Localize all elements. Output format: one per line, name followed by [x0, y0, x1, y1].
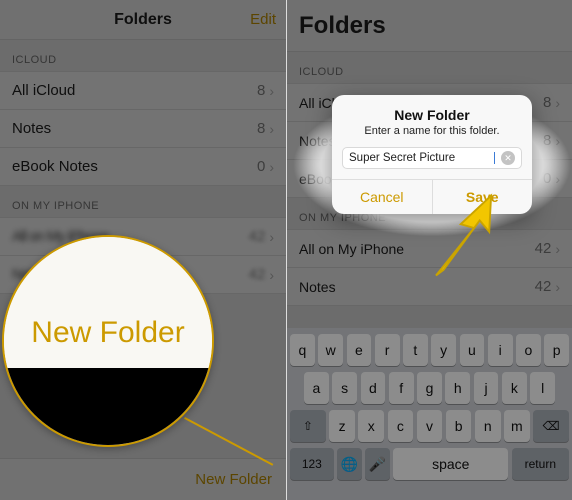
folder-row[interactable]: All on My iPhone 42›: [287, 229, 572, 268]
key-space[interactable]: space: [393, 448, 508, 480]
key-v[interactable]: v: [417, 410, 443, 442]
key-g[interactable]: g: [417, 372, 442, 404]
folder-label: eBook Notes: [12, 158, 98, 175]
key-backspace[interactable]: ⌫: [533, 410, 569, 442]
folder-count: 8›: [543, 132, 560, 149]
folder-row[interactable]: Notes 42›: [287, 267, 572, 306]
key-r[interactable]: r: [375, 334, 400, 366]
key-mic[interactable]: 🎤: [365, 448, 390, 480]
folder-name-value: Super Secret Picture: [349, 152, 493, 164]
key-i[interactable]: i: [488, 334, 513, 366]
page-title: Folders: [299, 12, 386, 40]
folder-count: 42›: [249, 228, 274, 245]
chevron-right-icon: ›: [269, 267, 274, 283]
folder-count: 8›: [257, 82, 274, 99]
folder-count: 8›: [543, 94, 560, 111]
chevron-right-icon: ›: [555, 133, 560, 149]
key-a[interactable]: a: [304, 372, 329, 404]
new-folder-dialog-screen: Folders ICLOUD All iCloud 8› Notes 8› eB…: [286, 0, 572, 500]
chevron-right-icon: ›: [269, 121, 274, 137]
key-k[interactable]: k: [502, 372, 527, 404]
magnified-label: New Folder: [31, 316, 184, 350]
key-globe[interactable]: 🌐: [337, 448, 362, 480]
folder-count: 42›: [249, 266, 274, 283]
dialog-subtitle: Enter a name for this folder.: [332, 125, 532, 147]
dialog-title: New Folder: [332, 95, 532, 125]
key-numbers[interactable]: 123: [290, 448, 334, 480]
folder-row[interactable]: Notes 8›: [0, 109, 286, 148]
key-q[interactable]: q: [290, 334, 315, 366]
clear-text-icon[interactable]: ✕: [501, 151, 515, 165]
magnifier-callout: New Folder: [2, 235, 214, 447]
folder-row[interactable]: eBook Notes 0›: [0, 147, 286, 186]
microphone-icon: 🎤: [369, 456, 386, 473]
key-m[interactable]: m: [504, 410, 530, 442]
save-button[interactable]: Save: [432, 180, 533, 214]
key-t[interactable]: t: [403, 334, 428, 366]
folder-label: Notes: [12, 120, 51, 137]
folders-list-screen: Folders Edit ICLOUD All iCloud 8› Notes …: [0, 0, 286, 500]
key-l[interactable]: l: [530, 372, 555, 404]
new-folder-button[interactable]: New Folder: [195, 471, 272, 488]
folder-count: 0›: [257, 158, 274, 175]
folder-name-field[interactable]: Super Secret Picture ✕: [342, 147, 522, 169]
keyboard-row: a s d f g h j k l: [290, 372, 569, 404]
chevron-right-icon: ›: [555, 241, 560, 257]
key-j[interactable]: j: [474, 372, 499, 404]
chevron-right-icon: ›: [269, 229, 274, 245]
shift-icon: ⇧: [303, 419, 313, 433]
navigation-bar: Folders: [287, 0, 572, 52]
text-caret: [494, 152, 495, 164]
chevron-right-icon: ›: [555, 171, 560, 187]
key-e[interactable]: e: [347, 334, 372, 366]
key-u[interactable]: u: [460, 334, 485, 366]
key-shift[interactable]: ⇧: [290, 410, 326, 442]
key-h[interactable]: h: [445, 372, 470, 404]
chevron-right-icon: ›: [555, 95, 560, 111]
section-header-local: ON MY IPHONE: [0, 186, 286, 218]
key-p[interactable]: p: [544, 334, 569, 366]
folder-count: 0›: [543, 170, 560, 187]
keyboard-row: 123 🌐 🎤 space return: [290, 448, 569, 480]
edit-button[interactable]: Edit: [250, 0, 276, 39]
navigation-bar: Folders Edit: [0, 0, 286, 40]
folder-count: 8›: [257, 120, 274, 137]
key-n[interactable]: n: [475, 410, 501, 442]
folder-label: Notes: [299, 279, 336, 295]
section-header-icloud: ICLOUD: [0, 40, 286, 72]
key-d[interactable]: d: [361, 372, 386, 404]
cancel-button[interactable]: Cancel: [332, 180, 432, 214]
key-x[interactable]: x: [358, 410, 384, 442]
backspace-icon: ⌫: [543, 419, 560, 433]
chevron-right-icon: ›: [269, 159, 274, 175]
on-screen-keyboard: q w e r t y u i o p a s d f g h j k l ⇧ …: [287, 328, 572, 500]
keyboard-row: ⇧ z x c v b n m ⌫: [290, 410, 569, 442]
key-o[interactable]: o: [516, 334, 541, 366]
globe-icon: 🌐: [341, 456, 358, 473]
key-s[interactable]: s: [332, 372, 357, 404]
folder-label: All on My iPhone: [299, 241, 404, 257]
folder-label: Notes: [299, 133, 336, 149]
folder-count: 42›: [535, 278, 560, 295]
page-title: Folders: [114, 11, 172, 29]
chevron-right-icon: ›: [269, 83, 274, 99]
folder-count: 42›: [535, 240, 560, 257]
key-y[interactable]: y: [431, 334, 456, 366]
key-f[interactable]: f: [389, 372, 414, 404]
key-w[interactable]: w: [318, 334, 343, 366]
bottom-toolbar: New Folder: [0, 458, 286, 500]
key-c[interactable]: c: [388, 410, 414, 442]
key-z[interactable]: z: [329, 410, 355, 442]
new-folder-dialog: New Folder Enter a name for this folder.…: [332, 95, 532, 214]
keyboard-row: q w e r t y u i o p: [290, 334, 569, 366]
section-header-icloud: ICLOUD: [287, 52, 572, 84]
key-return[interactable]: return: [512, 448, 569, 480]
key-b[interactable]: b: [446, 410, 472, 442]
folder-row[interactable]: All iCloud 8›: [0, 71, 286, 110]
chevron-right-icon: ›: [555, 279, 560, 295]
folder-label: All iCloud: [12, 82, 75, 99]
